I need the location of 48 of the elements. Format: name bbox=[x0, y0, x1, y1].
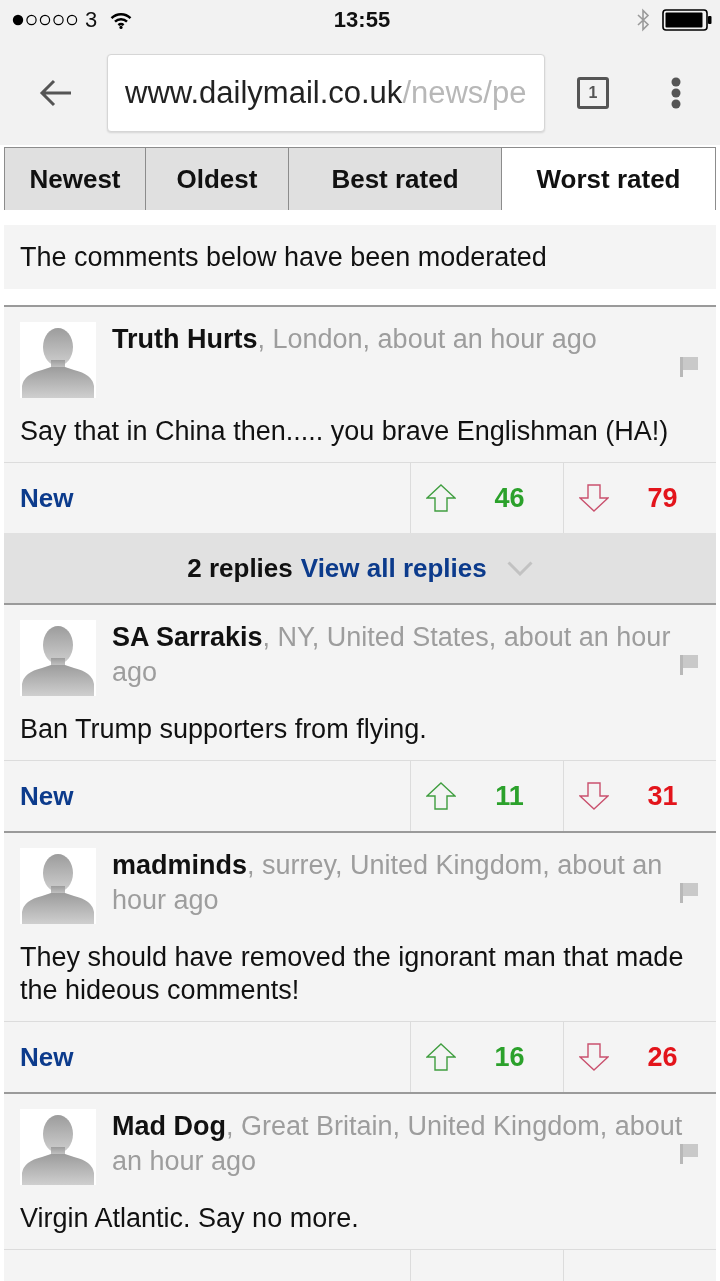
down-vote-count: 79 bbox=[646, 482, 679, 514]
status-time: 13:55 bbox=[333, 7, 391, 33]
avatar-icon bbox=[20, 848, 96, 924]
comment-text: Say that in China then..... you brave Englishman (HA!) bbox=[20, 415, 670, 448]
new-link[interactable]: New bbox=[20, 780, 74, 812]
new-link[interactable]: New bbox=[20, 482, 74, 514]
avatar-icon bbox=[20, 620, 96, 696]
up-vote-count: 46 bbox=[493, 482, 526, 514]
url-field[interactable]: www.dailymail.co.uk/news/pe bbox=[107, 53, 545, 132]
reply-count: 2 replies bbox=[187, 552, 293, 584]
bluetooth-icon bbox=[636, 8, 650, 32]
flag-icon[interactable] bbox=[680, 357, 698, 377]
signal-icon bbox=[12, 14, 78, 26]
comment-text: They should have removed the ignorant man that made the hideous comments! bbox=[20, 941, 685, 1007]
up-arrow-icon[interactable] bbox=[426, 484, 456, 512]
back-icon[interactable] bbox=[38, 77, 72, 108]
up-vote-count: 11 bbox=[494, 780, 525, 812]
sort-tab[interactable]: Best rated bbox=[288, 147, 501, 210]
sort-tab[interactable]: Oldest bbox=[145, 147, 288, 210]
carrier-name: 3 bbox=[85, 7, 98, 33]
flag-icon[interactable] bbox=[680, 655, 698, 675]
down-vote-count: 26 bbox=[646, 1041, 679, 1073]
sort-tab[interactable]: Worst rated bbox=[501, 147, 716, 210]
up-vote-count: 16 bbox=[493, 1041, 526, 1073]
up-arrow-icon[interactable] bbox=[426, 1043, 456, 1071]
down-arrow-icon[interactable] bbox=[579, 782, 609, 810]
comment-byline: SA Sarrakis, NY, United States, about an hour ago bbox=[112, 622, 671, 687]
comment-byline: Mad Dog, Great Britain, United Kingdom, about an hour ago bbox=[112, 1111, 683, 1176]
moderation-notice: The comments below have been moderated bbox=[4, 225, 716, 289]
flag-icon[interactable] bbox=[680, 883, 698, 903]
tab-count-button[interactable]: 1 bbox=[577, 76, 609, 109]
view-replies-link[interactable]: View all replies bbox=[300, 552, 487, 584]
new-link[interactable]: New bbox=[20, 1041, 74, 1073]
avatar-icon bbox=[20, 322, 96, 398]
comment-byline: Truth Hurts, London, about an hour ago bbox=[112, 324, 597, 354]
flag-icon[interactable] bbox=[680, 1144, 698, 1164]
wifi-icon bbox=[110, 11, 133, 29]
down-arrow-icon[interactable] bbox=[579, 484, 609, 512]
sort-tab[interactable]: Newest bbox=[4, 147, 145, 210]
comment-byline: madminds, surrey, United Kingdom, about an hour ago bbox=[112, 850, 663, 915]
down-vote-count: 31 bbox=[646, 780, 679, 812]
down-arrow-icon[interactable] bbox=[579, 1043, 609, 1071]
comment-text: Ban Trump supporters from flying. bbox=[20, 713, 428, 746]
avatar-icon bbox=[20, 1109, 96, 1185]
comment-text: Virgin Atlantic. Say no more. bbox=[20, 1202, 360, 1235]
menu-icon[interactable] bbox=[671, 76, 681, 109]
battery-icon bbox=[662, 9, 712, 31]
up-arrow-icon[interactable] bbox=[426, 782, 456, 810]
